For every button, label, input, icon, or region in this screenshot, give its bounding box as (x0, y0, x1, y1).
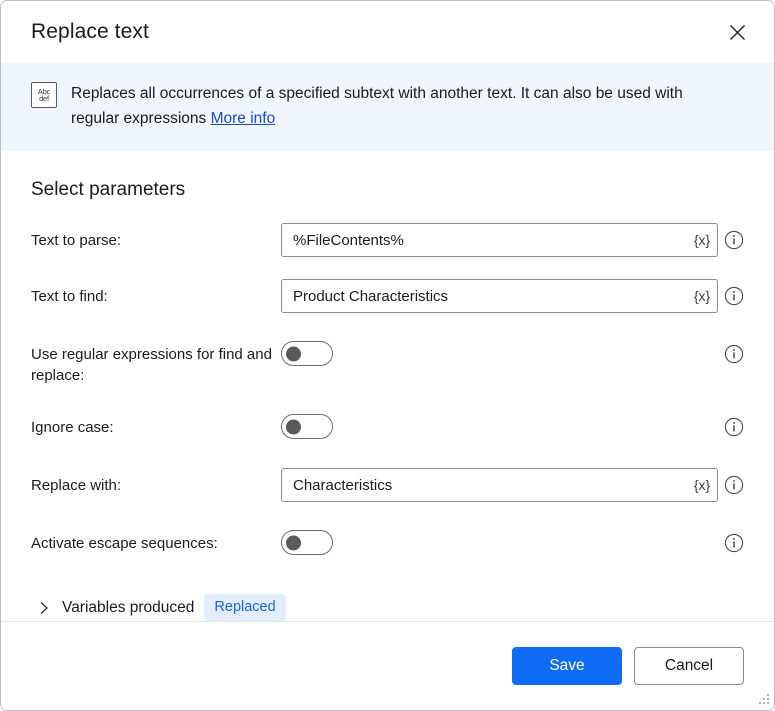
info-icon-ignore-case[interactable] (724, 417, 744, 437)
label-replace-with: Replace with: (31, 468, 281, 496)
info-circle-icon (724, 533, 744, 553)
info-circle-icon (724, 344, 744, 364)
toggle-ignore-case[interactable] (281, 414, 333, 439)
control-activate-escape (281, 526, 744, 555)
variable-picker-icon-text-to-parse[interactable]: {x} (686, 224, 717, 256)
toggle-knob (286, 535, 301, 550)
dialog-body: Select parameters Text to parse: %FileCo… (1, 151, 774, 621)
row-text-to-find: Text to find: Product Characteristics {x… (31, 279, 744, 313)
label-text-to-find: Text to find: (31, 279, 281, 307)
banner-description-text: Replaces all occurrences of a specified … (71, 85, 683, 127)
row-activate-escape: Activate escape sequences: (31, 526, 744, 560)
info-circle-icon (724, 230, 744, 250)
row-use-regex: Use regular expressions for find and rep… (31, 337, 744, 386)
variable-picker-icon-replace-with[interactable]: {x} (686, 469, 717, 501)
chevron-right-icon[interactable] (36, 600, 52, 616)
toggle-knob (286, 346, 301, 361)
resize-grip[interactable] (757, 693, 770, 706)
dialog-title: Replace text (31, 20, 718, 44)
control-text-to-find: Product Characteristics {x} (281, 279, 744, 313)
variable-picker-icon-text-to-find[interactable]: {x} (686, 280, 717, 312)
replace-text-dialog: Replace text Abc def Replaces all occurr… (0, 0, 775, 711)
dialog-titlebar: Replace text (1, 1, 774, 63)
info-banner: Abc def Replaces all occurrences of a sp… (1, 63, 774, 151)
resize-grip-icon (757, 693, 770, 706)
variables-produced-section[interactable]: Variables produced Replaced (31, 594, 744, 621)
row-replace-with: Replace with: Characteristics {x} (31, 468, 744, 502)
text-to-parse-input[interactable]: %FileContents% {x} (281, 223, 718, 257)
control-ignore-case (281, 410, 744, 439)
info-icon-replace-with[interactable] (724, 475, 744, 495)
text-to-find-input[interactable]: Product Characteristics {x} (281, 279, 718, 313)
info-circle-icon (724, 417, 744, 437)
info-icon-use-regex[interactable] (724, 344, 744, 364)
info-circle-icon (724, 286, 744, 306)
label-activate-escape: Activate escape sequences: (31, 526, 281, 554)
toggle-activate-escape[interactable] (281, 530, 333, 555)
info-circle-icon (724, 475, 744, 495)
more-info-link[interactable]: More info (211, 110, 276, 127)
save-button[interactable]: Save (512, 647, 622, 685)
info-icon-text-to-find[interactable] (724, 286, 744, 306)
info-icon-text-to-parse[interactable] (724, 230, 744, 250)
close-button[interactable] (718, 15, 756, 49)
dialog-footer: Save Cancel (1, 621, 774, 710)
control-replace-with: Characteristics {x} (281, 468, 744, 502)
abc-def-icon: Abc def (31, 82, 57, 108)
info-icon-activate-escape[interactable] (724, 533, 744, 553)
label-use-regex: Use regular expressions for find and rep… (31, 337, 281, 386)
toggle-knob (286, 419, 301, 434)
cancel-button[interactable]: Cancel (634, 647, 744, 685)
toggle-use-regex[interactable] (281, 341, 333, 366)
label-text-to-parse: Text to parse: (31, 223, 281, 251)
replace-with-input[interactable]: Characteristics {x} (281, 468, 718, 502)
close-icon (729, 24, 746, 41)
text-to-parse-value[interactable]: %FileContents% (282, 232, 686, 249)
row-text-to-parse: Text to parse: %FileContents% {x} (31, 223, 744, 257)
abc-def-icon-line2: def (39, 95, 49, 103)
variable-badge-replaced[interactable]: Replaced (204, 594, 285, 621)
replace-with-value[interactable]: Characteristics (282, 477, 686, 494)
variables-produced-label[interactable]: Variables produced (62, 599, 194, 617)
section-title: Select parameters (31, 179, 744, 201)
row-ignore-case: Ignore case: (31, 410, 744, 444)
control-use-regex (281, 337, 744, 366)
banner-description: Replaces all occurrences of a specified … (71, 81, 731, 131)
control-text-to-parse: %FileContents% {x} (281, 223, 744, 257)
text-to-find-value[interactable]: Product Characteristics (282, 288, 686, 305)
label-ignore-case: Ignore case: (31, 410, 281, 438)
